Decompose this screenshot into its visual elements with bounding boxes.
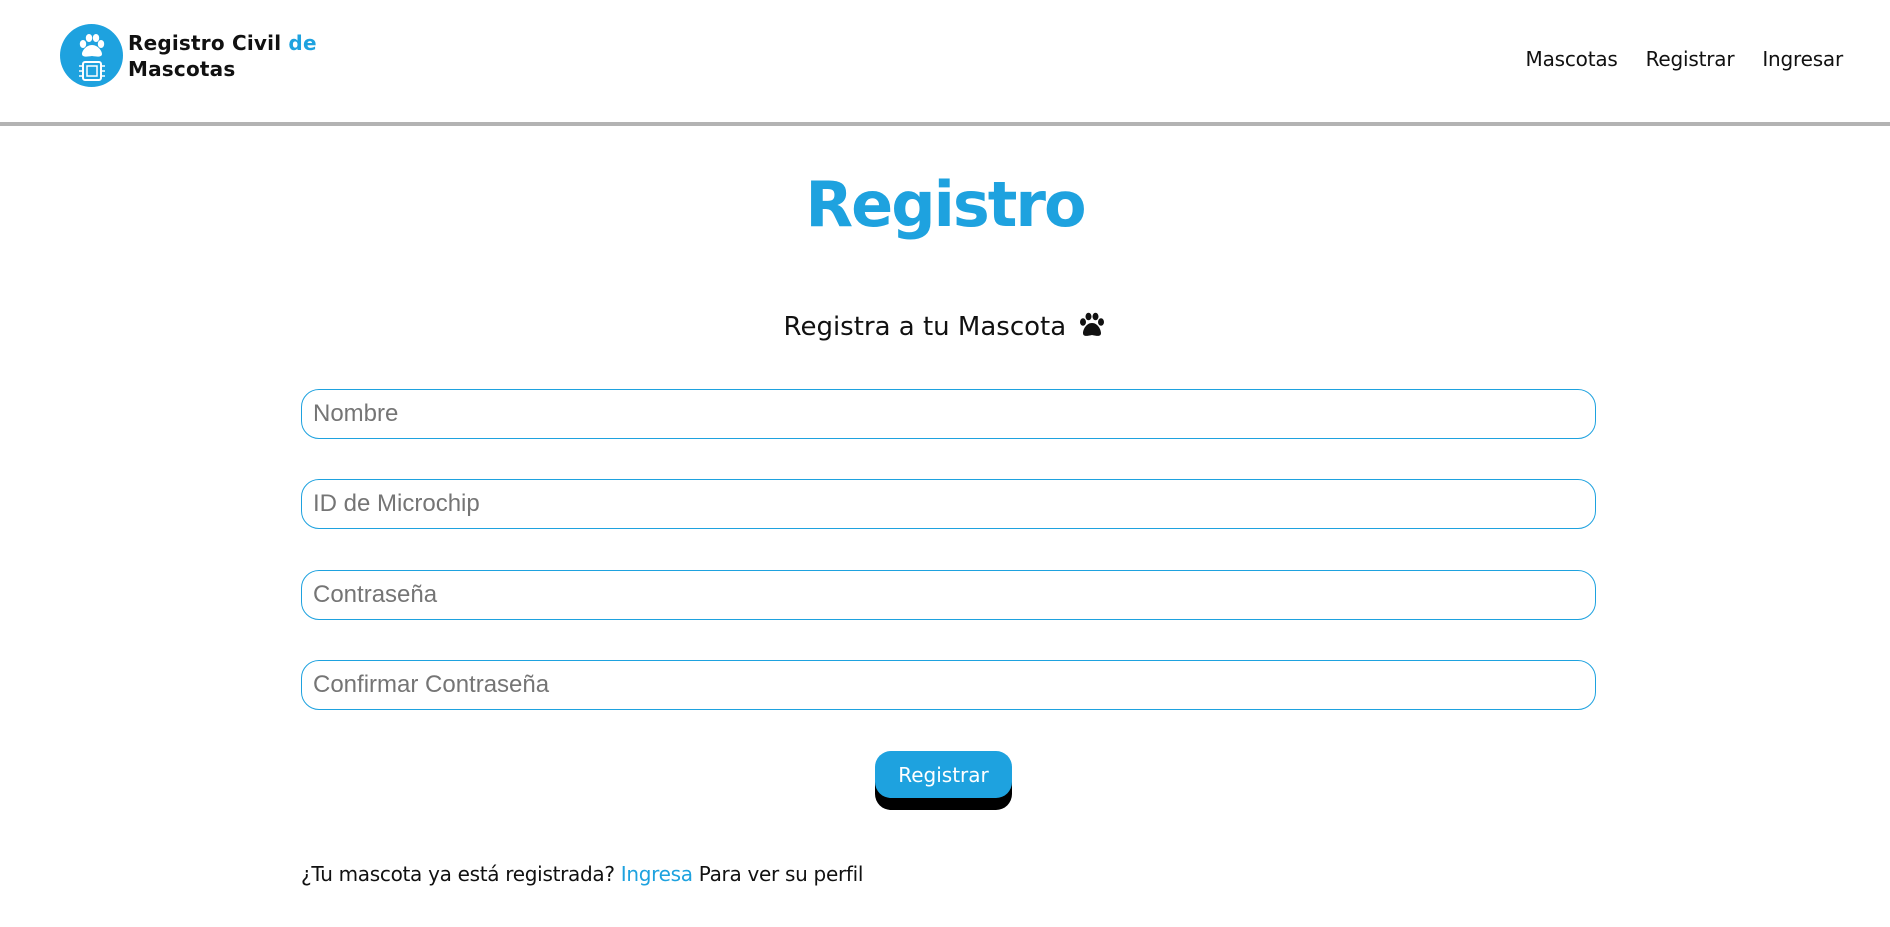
login-prompt: ¿Tu mascota ya está registrada? Ingresa …	[301, 862, 863, 886]
brand-name-part2: Mascotas	[128, 56, 236, 81]
form-subtitle: Registra a tu Mascota	[0, 312, 1890, 345]
form-subtitle-text: Registra a tu Mascota	[783, 312, 1067, 342]
nav-item-registrar[interactable]: Registrar	[1646, 47, 1735, 71]
password-field[interactable]	[301, 570, 1596, 620]
nav-item-ingresar[interactable]: Ingresar	[1762, 47, 1843, 71]
nav-item-mascotas[interactable]: Mascotas	[1526, 47, 1618, 71]
register-submit-button[interactable]: Registrar	[875, 751, 1012, 798]
paw-microchip-icon	[60, 24, 123, 87]
paw-icon	[1078, 312, 1106, 345]
brand-logo[interactable]: Registro Civil de Mascotas	[60, 24, 317, 87]
brand-name-part1: Registro Civil	[128, 30, 282, 55]
page-title: Registro	[805, 168, 1086, 241]
confirm-password-field[interactable]	[301, 660, 1596, 710]
login-link[interactable]: Ingresa	[621, 862, 693, 886]
microchip-id-field[interactable]	[301, 479, 1596, 529]
site-header: Registro Civil de Mascotas Mascotas Regi…	[0, 0, 1890, 126]
brand-name: Registro Civil de Mascotas	[128, 30, 317, 82]
login-prompt-text: ¿Tu mascota ya está registrada?	[301, 862, 615, 886]
name-field[interactable]	[301, 389, 1596, 439]
brand-name-accent: de	[288, 30, 317, 55]
main-nav: Mascotas Registrar Ingresar	[1526, 47, 1844, 71]
submit-button-wrapper: Registrar	[875, 751, 1012, 810]
login-prompt-suffix: Para ver su perfil	[698, 862, 864, 886]
